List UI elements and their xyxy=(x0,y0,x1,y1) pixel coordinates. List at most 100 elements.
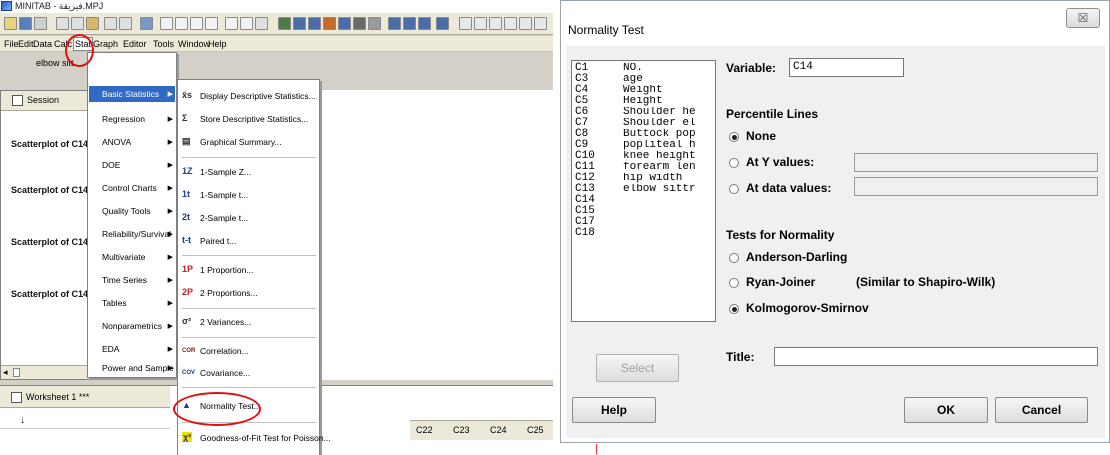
up-arrow-icon[interactable] xyxy=(160,17,173,30)
submenu-item-graphical-summary[interactable]: Graphical Summary... xyxy=(200,137,282,147)
open-icon[interactable] xyxy=(4,17,17,30)
cancel-button[interactable]: Cancel xyxy=(995,397,1088,423)
replace-icon[interactable] xyxy=(205,17,218,30)
menu-editor[interactable]: Editor xyxy=(123,38,147,50)
submenu-item-store-descriptive[interactable]: Store Descriptive Statistics... xyxy=(200,114,308,124)
graph-icon-3[interactable] xyxy=(308,17,321,30)
menu-item-tables[interactable]: Tables xyxy=(102,298,127,308)
submenu-item-covariance[interactable]: Covariance... xyxy=(200,368,250,378)
at-y-values-input[interactable] xyxy=(854,153,1098,172)
session-window-icon[interactable] xyxy=(388,17,401,30)
menu-tools[interactable]: Tools xyxy=(153,38,174,50)
submenu-item-1-sample-z[interactable]: 1-Sample Z... xyxy=(200,167,251,177)
submenu-item-1-sample-t[interactable]: 1-Sample t... xyxy=(200,190,248,200)
find-icon[interactable] xyxy=(190,17,203,30)
brush-icon[interactable] xyxy=(459,17,472,30)
data-entry-arrow-icon[interactable]: ↓ xyxy=(20,415,25,426)
at-data-values-input[interactable] xyxy=(854,177,1098,196)
radio-at-y-values[interactable] xyxy=(729,158,739,168)
menu-item-multivariate[interactable]: Multivariate xyxy=(102,252,145,262)
close-button[interactable]: ☒ xyxy=(1066,8,1100,28)
menu-item-reliability[interactable]: Reliability/Survival xyxy=(102,229,171,239)
worksheet-icon[interactable] xyxy=(140,17,153,30)
submenu-item-display-descriptive[interactable]: Display Descriptive Statistics... xyxy=(200,91,316,101)
minitab-window: MINITAB - فيزيقة.MPJ File Edit Data Calc… xyxy=(0,0,553,455)
paste-icon[interactable] xyxy=(86,17,99,30)
menu-graph[interactable]: Graph xyxy=(93,38,118,50)
submenu-item-paired-t[interactable]: Paired t... xyxy=(200,236,236,246)
column-header[interactable]: C23 xyxy=(453,425,470,435)
info-window-icon[interactable] xyxy=(418,17,431,30)
submenu-item-correlation[interactable]: Correlation... xyxy=(200,346,249,356)
menu-item-time-series[interactable]: Time Series xyxy=(102,275,147,285)
submenu-item-goodness-of-fit[interactable]: Goodness-of-Fit Test for Poisson... xyxy=(200,433,331,443)
select-button[interactable]: Select xyxy=(596,354,679,382)
save-icon[interactable] xyxy=(19,17,32,30)
submenu-item-2-proportions[interactable]: 2 Proportions... xyxy=(200,288,258,298)
graph-icon-4[interactable] xyxy=(323,17,336,30)
cancel-icon[interactable] xyxy=(225,17,238,30)
column-header[interactable]: C22 xyxy=(416,425,433,435)
graph-icon-7[interactable] xyxy=(368,17,381,30)
column-header[interactable]: C25 xyxy=(527,425,544,435)
menu-window[interactable]: Window xyxy=(178,38,210,50)
submenu-item-1-proportion[interactable]: 1 Proportion... xyxy=(200,265,253,275)
column-header[interactable]: C24 xyxy=(490,425,507,435)
help-icon[interactable] xyxy=(240,17,253,30)
graph-icon-6[interactable] xyxy=(353,17,366,30)
title-input[interactable] xyxy=(774,347,1098,366)
copy-icon[interactable] xyxy=(71,17,84,30)
menu-item-doe[interactable]: DOE xyxy=(102,160,120,170)
menu-item-anova[interactable]: ANOVA xyxy=(102,137,131,147)
zero-icon[interactable] xyxy=(534,17,547,30)
tests-heading: Tests for Normality xyxy=(726,228,835,242)
column-list-item[interactable]: C3 age xyxy=(575,74,705,85)
radio-ryan-joiner[interactable] xyxy=(729,278,739,288)
column-list-item[interactable]: C4 Weight xyxy=(575,85,705,96)
scroll-thumb[interactable] xyxy=(13,368,20,377)
menu-help[interactable]: Help xyxy=(208,38,227,50)
menu-file[interactable]: File xyxy=(4,38,19,50)
menu-item-basic-statistics[interactable]: Basic Statistics xyxy=(102,89,159,99)
project-manager-icon[interactable] xyxy=(436,17,449,30)
submenu-item-2-variances[interactable]: 2 Variances... xyxy=(200,317,251,327)
menu-item-quality-tools[interactable]: Quality Tools xyxy=(102,206,151,216)
submenu-item-2-sample-t[interactable]: 2-Sample t... xyxy=(200,213,248,223)
radio-kolmogorov-smirnov[interactable] xyxy=(729,304,739,314)
column-list-item[interactable]: C6 Shoulder he xyxy=(575,107,705,118)
column-list-item[interactable]: C7 Shoulder el xyxy=(575,118,705,129)
help-button[interactable]: Help xyxy=(572,397,656,423)
column-list[interactable]: C1 NO. C3 age C4 Weight C5 Height C6 Shoulder he C… xyxy=(571,60,716,322)
graph-icon-2[interactable] xyxy=(293,17,306,30)
menu-edit[interactable]: Edit xyxy=(18,38,34,50)
print-icon[interactable] xyxy=(34,17,47,30)
annotate-icon[interactable] xyxy=(489,17,502,30)
cut-icon[interactable] xyxy=(56,17,69,30)
redo-icon[interactable] xyxy=(119,17,132,30)
radio-none[interactable] xyxy=(729,132,739,142)
graph-icon-1[interactable] xyxy=(278,17,291,30)
data-window-icon[interactable] xyxy=(403,17,416,30)
radio-anderson-darling[interactable] xyxy=(729,253,739,263)
menu-item-regression[interactable]: Regression xyxy=(102,114,145,124)
clipboard-icon[interactable] xyxy=(255,17,268,30)
column-list-item[interactable]: C1 NO. xyxy=(575,63,705,74)
ok-button[interactable]: OK xyxy=(904,397,988,423)
down-arrow-icon[interactable] xyxy=(175,17,188,30)
column-list-item[interactable]: C18 xyxy=(575,228,705,239)
column-list-item[interactable]: C5 Height xyxy=(575,96,705,107)
radio-at-data-values[interactable] xyxy=(729,184,739,194)
undo-icon[interactable] xyxy=(104,17,117,30)
minitab-logo-icon xyxy=(1,1,12,11)
variable-input[interactable]: C14 xyxy=(789,58,904,77)
column-list-item[interactable]: C8 Buttock pop xyxy=(575,129,705,140)
menu-item-nonparametrics[interactable]: Nonparametrics xyxy=(102,321,162,331)
scroll-left-icon[interactable]: ◂ xyxy=(3,367,8,378)
edit-graph-icon[interactable] xyxy=(474,17,487,30)
menu-item-control-charts[interactable]: Control Charts xyxy=(102,183,157,193)
tool-icon[interactable] xyxy=(519,17,532,30)
graph-icon-5[interactable] xyxy=(338,17,351,30)
menu-data[interactable]: Data xyxy=(33,38,52,50)
menu-item-eda[interactable]: EDA xyxy=(102,344,119,354)
pencil-icon[interactable] xyxy=(504,17,517,30)
